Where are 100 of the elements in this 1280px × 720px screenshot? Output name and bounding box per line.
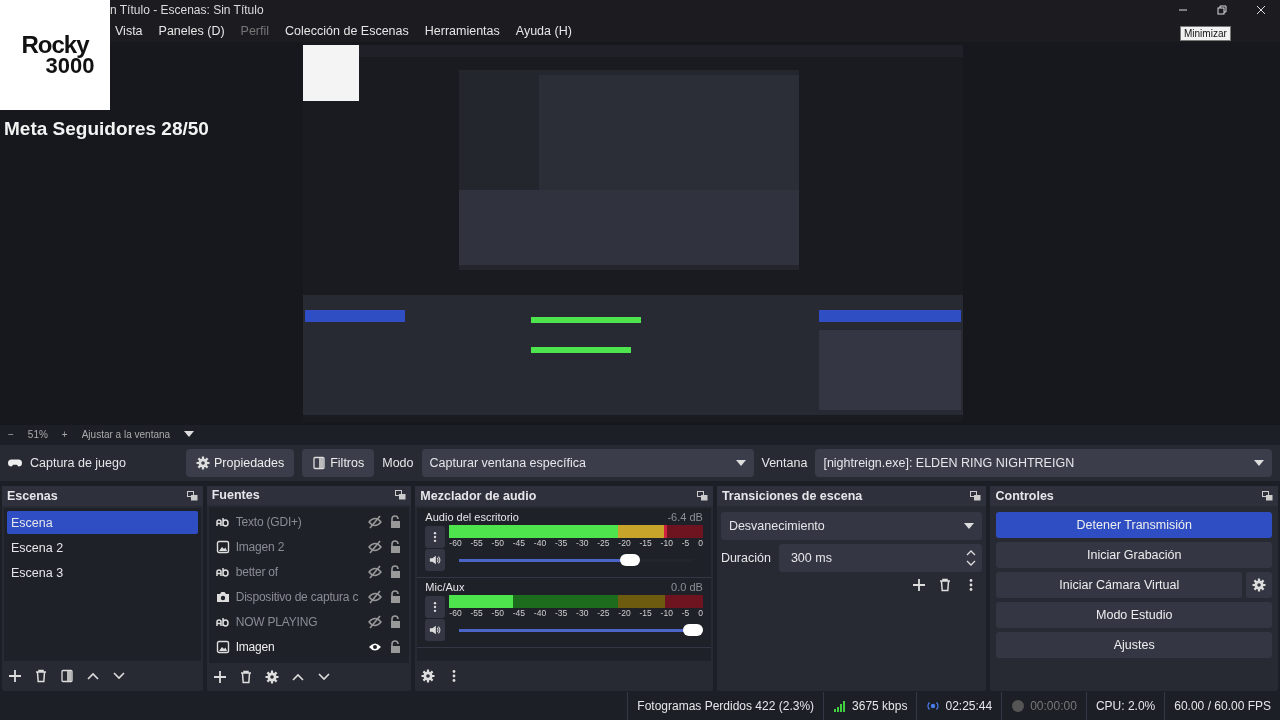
add-icon[interactable] (912, 578, 927, 592)
control-button[interactable]: Modo Estudio (996, 602, 1272, 628)
text-icon (215, 565, 230, 580)
source-item[interactable]: better of (211, 559, 407, 585)
status-text: 00:00:00 (1030, 699, 1077, 713)
lock-icon[interactable] (388, 615, 403, 630)
control-button[interactable]: Iniciar Grabación (996, 542, 1272, 568)
scale-label: -55 (470, 608, 483, 619)
menu-item[interactable]: Ayuda (H) (515, 24, 572, 38)
eye-hidden-icon[interactable] (368, 515, 383, 530)
fit-dropdown[interactable]: Ajustar a la ventana (81, 428, 171, 440)
menu-item[interactable]: Herramientas (424, 24, 500, 38)
float-icon[interactable] (970, 491, 982, 501)
add-icon[interactable] (212, 669, 227, 684)
lock-icon[interactable] (388, 640, 403, 655)
float-icon[interactable] (186, 491, 198, 501)
mute-button[interactable] (425, 619, 446, 641)
peak-reading: 0.0 dB (671, 581, 703, 593)
menu-button[interactable] (425, 526, 446, 548)
logo-text: Rocky (21, 34, 89, 56)
caret-icon (964, 523, 975, 529)
channel-name: Mic/Aux (425, 581, 465, 593)
scale-label: -35 (555, 608, 568, 619)
menu-button[interactable] (425, 596, 446, 618)
slider-thumb[interactable] (682, 623, 703, 636)
source-item[interactable]: Imagen (211, 634, 407, 660)
settings-icon[interactable] (421, 669, 436, 683)
filter-icon (312, 456, 327, 470)
eye-hidden-icon[interactable] (368, 615, 383, 630)
source-label: Imagen (235, 640, 276, 655)
caret-icon[interactable] (184, 430, 195, 438)
control-button[interactable]: Ajustes (996, 632, 1272, 658)
window-dropdown[interactable]: [nightreign.exe]: ELDEN RING NIGHTREIGN (815, 449, 1272, 477)
peak-reading: -6.4 dB (667, 511, 703, 523)
settings-button[interactable] (1246, 572, 1272, 598)
restore-icon[interactable] (1216, 5, 1227, 15)
scale-label: -15 (639, 608, 652, 619)
float-icon[interactable] (395, 490, 407, 501)
scene-item[interactable]: Escena (7, 511, 198, 534)
scale-label: -10 (660, 608, 673, 619)
scale-label: -20 (618, 538, 631, 549)
control-button[interactable]: Detener Transmisión (996, 512, 1272, 538)
slider-thumb[interactable] (619, 553, 640, 566)
add-icon[interactable] (8, 669, 22, 683)
menu-item[interactable]: Paneles (D) (158, 24, 225, 38)
scale-label: -50 (491, 608, 504, 619)
lock-icon[interactable] (388, 540, 403, 555)
transition-dropdown[interactable]: Desvanecimiento (720, 512, 983, 540)
scale-label: -60 (449, 538, 462, 549)
float-icon[interactable] (1262, 491, 1273, 501)
zoom-in-button[interactable]: + (61, 428, 68, 440)
scale-label: -5 (681, 608, 690, 619)
trash-icon[interactable] (938, 578, 953, 592)
scale-label: -45 (512, 608, 526, 619)
spinner-icon (966, 548, 977, 568)
text-icon (215, 615, 230, 630)
channel-name: Audio del escritorio (425, 511, 519, 523)
source-item[interactable]: Dispositivo de captura c (211, 584, 407, 610)
status-text: 02:25:44 (945, 699, 993, 713)
source-item[interactable]: Imagen 2 (211, 534, 407, 560)
close-icon[interactable] (1255, 5, 1266, 15)
eye-hidden-icon[interactable] (368, 565, 383, 580)
panel-title: Controles (995, 489, 1054, 503)
scale-label: -45 (512, 538, 526, 549)
scale-label: -30 (576, 608, 589, 619)
lock-icon[interactable] (388, 565, 403, 580)
mute-button[interactable] (425, 549, 446, 571)
status-text: 3675 kbps (852, 699, 908, 713)
scene-item[interactable]: Escena 3 (7, 561, 198, 584)
control-button[interactable]: Iniciar Cámara Virtual (996, 572, 1242, 598)
scale-label: -50 (491, 538, 504, 549)
text-icon (215, 515, 230, 530)
scale-label: -35 (555, 538, 568, 549)
trash-icon[interactable] (238, 669, 253, 684)
menu-item[interactable]: Vista (115, 24, 143, 38)
duration-field[interactable]: 300 ms (778, 544, 983, 572)
status-text: Fotogramas Perdidos 422 (2.3%) (637, 699, 815, 713)
trash-icon[interactable] (34, 669, 48, 683)
mode-dropdown[interactable]: Capturar ventana específica (421, 449, 754, 477)
lock-icon[interactable] (388, 515, 403, 530)
properties-button[interactable]: Propiedades (186, 449, 295, 477)
speaker-icon (429, 624, 442, 636)
eye-hidden-icon[interactable] (368, 590, 383, 605)
scene-item[interactable]: Escena 2 (7, 536, 198, 559)
settings-icon[interactable] (264, 669, 279, 684)
source-item[interactable]: NOW PLAYING (211, 609, 407, 635)
menu-item[interactable]: Colección de Escenas (285, 24, 409, 38)
scale-label: 0 (698, 538, 703, 549)
eye-hidden-icon[interactable] (368, 540, 383, 555)
zoom-out-button[interactable]: − (8, 428, 14, 440)
filter-icon[interactable] (60, 669, 74, 683)
source-item[interactable]: Texto (GDI+) (211, 509, 407, 535)
scale-label: 0 (698, 608, 703, 619)
filters-button[interactable]: Filtros (302, 449, 375, 477)
scale-label: -25 (597, 608, 610, 619)
scale-label: -40 (533, 608, 547, 619)
goal-text: Meta Seguidores 28/50 (4, 118, 209, 140)
lock-icon[interactable] (388, 590, 403, 605)
float-icon[interactable] (696, 491, 708, 501)
tooltip: Minimizar (1180, 26, 1231, 41)
